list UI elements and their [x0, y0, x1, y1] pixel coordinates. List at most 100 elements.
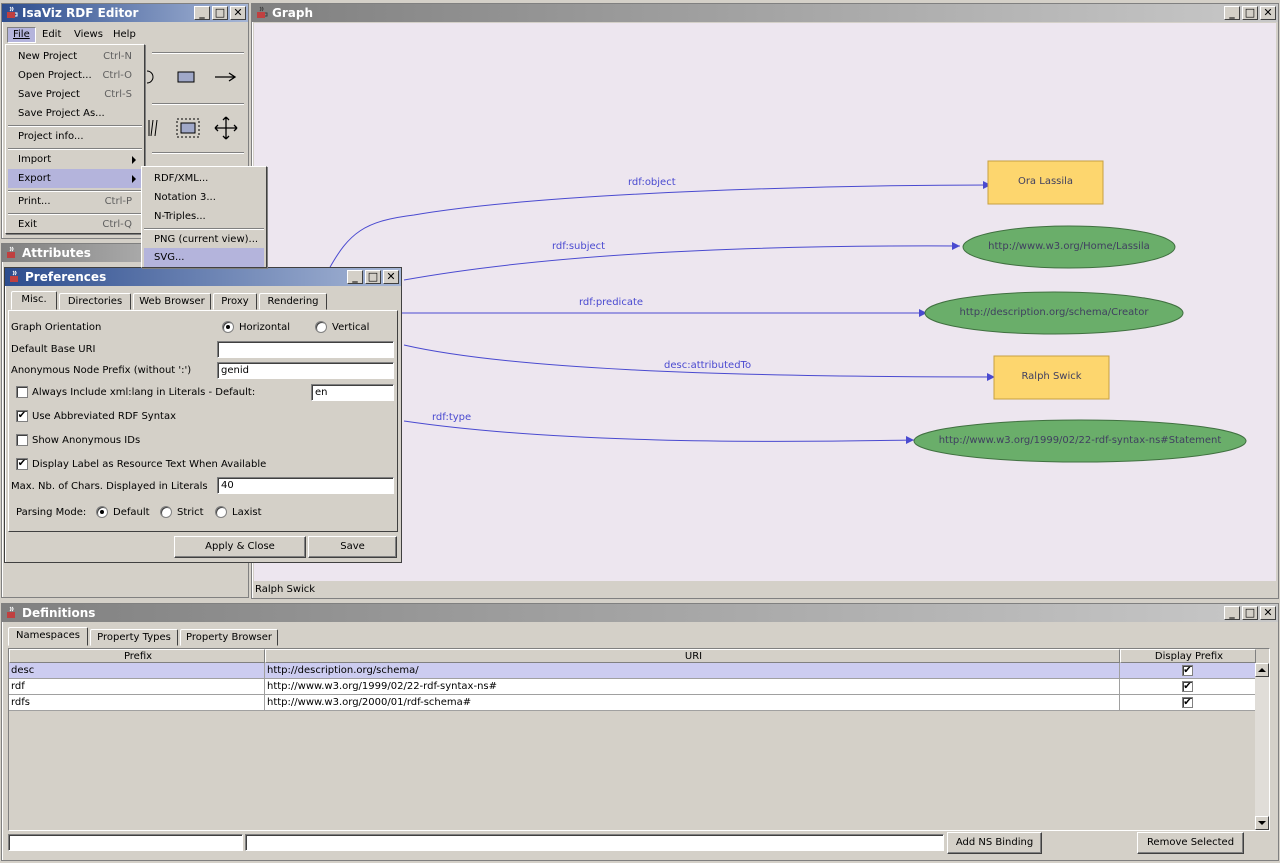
show-anon-ids-checkbox[interactable]	[16, 434, 28, 446]
ellipse-tool-icon[interactable]	[147, 70, 157, 84]
display-prefix-checkbox[interactable]: ✔	[1182, 665, 1193, 676]
menu-item-export[interactable]: Export	[8, 169, 142, 188]
tab-property-browser[interactable]: Property Browser	[180, 629, 278, 646]
display-label-checkbox[interactable]: ✔	[16, 458, 28, 470]
column-header-display-prefix[interactable]: Display Prefix	[1120, 649, 1256, 663]
editor-titlebar[interactable]: IsaViz RDF Editor _ □ ✕	[2, 4, 248, 22]
cell-uri: http://description.org/schema/	[265, 663, 1120, 678]
close-button[interactable]: ✕	[1260, 606, 1276, 620]
menu-item-import[interactable]: Import	[8, 150, 142, 169]
close-button[interactable]: ✕	[383, 270, 399, 284]
apply-close-button[interactable]: Apply & Close	[174, 536, 306, 558]
scroll-down-button[interactable]	[1255, 816, 1269, 830]
remove-selected-button[interactable]: Remove Selected	[1137, 832, 1244, 854]
tab-proxy[interactable]: Proxy	[213, 293, 257, 310]
save-button[interactable]: Save	[308, 536, 397, 558]
menu-item-export-png[interactable]: PNG (current view)...	[144, 230, 264, 249]
file-menu: New Project Ctrl-N Open Project... Ctrl-O …	[5, 44, 145, 234]
display-prefix-checkbox[interactable]: ✔	[1182, 697, 1193, 708]
tab-rendering[interactable]: Rendering	[259, 293, 327, 310]
edge-rdf-type[interactable]	[403, 420, 915, 442]
menu-item-exit[interactable]: Exit Ctrl-Q	[8, 215, 142, 234]
menu-item-project-info[interactable]: Project info...	[8, 127, 142, 146]
xml-lang-input[interactable]: en	[311, 384, 394, 401]
move-tool-icon[interactable]	[214, 116, 238, 140]
table-row[interactable]: rdfs http://www.w3.org/2000/01/rdf-schem…	[9, 695, 1256, 711]
tab-misc[interactable]: Misc.	[11, 291, 57, 310]
edge-label-rdf-type[interactable]: rdf:type	[432, 412, 471, 424]
parsing-strict-radio[interactable]	[160, 506, 172, 518]
edge-rdf-object[interactable]	[328, 184, 992, 270]
add-ns-binding-button[interactable]: Add NS Binding	[947, 832, 1042, 854]
menu-item-save-project-as[interactable]: Save Project As...	[8, 104, 142, 123]
maximize-button[interactable]: □	[1242, 6, 1258, 20]
edge-label-rdf-predicate[interactable]: rdf:predicate	[579, 297, 643, 309]
maximize-button[interactable]: □	[365, 270, 381, 284]
menubar: File Edit Views Help	[4, 24, 246, 44]
menu-file[interactable]: File	[7, 27, 36, 43]
column-header-uri[interactable]: URI	[265, 649, 1120, 663]
menu-item-export-n3[interactable]: Notation 3...	[144, 188, 264, 207]
minimize-button[interactable]: _	[194, 6, 210, 20]
edge-label-rdf-object[interactable]: rdf:object	[628, 177, 676, 189]
edge-label-rdf-subject[interactable]: rdf:subject	[552, 241, 605, 253]
node-creator-uri[interactable]: http://description.org/schema/Creator	[925, 307, 1183, 319]
arrow-tool-icon[interactable]	[214, 71, 238, 83]
menu-edit[interactable]: Edit	[42, 29, 61, 41]
edge-rdf-subject[interactable]	[403, 245, 961, 281]
minimize-button[interactable]: _	[1224, 6, 1240, 20]
close-button[interactable]: ✕	[1260, 6, 1276, 20]
node-lassila-uri[interactable]: http://www.w3.org/Home/Lassila	[963, 241, 1175, 253]
node-ora-lassila[interactable]: Ora Lassila	[988, 176, 1103, 188]
preferences-titlebar[interactable]: Preferences _ □ ✕	[5, 268, 401, 286]
abbrev-syntax-checkbox[interactable]: ✔	[16, 410, 28, 422]
edge-label-desc-attributedto[interactable]: desc:attributedTo	[664, 360, 751, 372]
node-ralph-swick[interactable]: Ralph Swick	[994, 371, 1109, 383]
scroll-up-button[interactable]	[1255, 663, 1269, 677]
display-prefix-checkbox[interactable]: ✔	[1182, 681, 1193, 692]
max-chars-input[interactable]: 40	[217, 477, 394, 494]
tab-directories[interactable]: Directories	[59, 293, 131, 310]
anon-prefix-input[interactable]: genid	[217, 362, 394, 379]
menu-item-new-project[interactable]: New Project Ctrl-N	[8, 47, 142, 66]
definitions-title: Definitions	[22, 606, 96, 620]
tab-namespaces[interactable]: Namespaces	[8, 627, 88, 646]
menu-item-open-project[interactable]: Open Project... Ctrl-O	[8, 66, 142, 85]
column-header-prefix[interactable]: Prefix	[9, 649, 265, 663]
menu-views[interactable]: Views	[74, 29, 103, 41]
table-row[interactable]: desc http://description.org/schema/ ✔	[9, 663, 1256, 679]
select-region-icon[interactable]	[176, 118, 200, 138]
menu-item-export-svg[interactable]: SVG...	[144, 248, 264, 267]
xml-lang-checkbox[interactable]	[16, 386, 28, 398]
orientation-vertical-radio[interactable]	[315, 321, 327, 333]
preferences-title: Preferences	[25, 270, 107, 284]
java-cup-icon	[10, 270, 18, 282]
maximize-button[interactable]: □	[1242, 606, 1258, 620]
tab-web-browser[interactable]: Web Browser	[133, 293, 211, 310]
maximize-button[interactable]: □	[212, 6, 228, 20]
menu-item-export-ntriples[interactable]: N-Triples...	[144, 207, 264, 226]
close-button[interactable]: ✕	[230, 6, 246, 20]
new-prefix-input[interactable]	[8, 834, 243, 851]
default-base-uri-input[interactable]	[217, 341, 394, 358]
graph-canvas[interactable]: rdf:object rdf:subject rdf:predicate des…	[254, 23, 1276, 581]
table-row[interactable]: rdf http://www.w3.org/1999/02/22-rdf-syn…	[9, 679, 1256, 695]
tab-property-types[interactable]: Property Types	[90, 629, 178, 646]
graph-titlebar[interactable]: Graph _ □ ✕	[252, 4, 1278, 22]
paste-tool-icon[interactable]	[147, 118, 159, 138]
parsing-laxist-radio[interactable]	[215, 506, 227, 518]
definitions-titlebar[interactable]: Definitions _ □ ✕	[2, 604, 1278, 622]
minimize-button[interactable]: _	[347, 270, 363, 284]
menu-item-print[interactable]: Print... Ctrl-P	[8, 192, 142, 211]
menu-help[interactable]: Help	[113, 29, 136, 41]
node-statement-uri[interactable]: http://www.w3.org/1999/02/22-rdf-syntax-…	[914, 435, 1246, 447]
minimize-button[interactable]: _	[1224, 606, 1240, 620]
new-uri-input[interactable]	[245, 834, 944, 851]
submenu-arrow-icon	[132, 175, 136, 183]
parsing-default-radio[interactable]	[96, 506, 108, 518]
orientation-horizontal-radio[interactable]	[222, 321, 234, 333]
rectangle-tool-icon[interactable]	[177, 71, 195, 83]
menu-item-save-project[interactable]: Save Project Ctrl-S	[8, 85, 142, 104]
menu-item-export-rdfxml[interactable]: RDF/XML...	[144, 169, 264, 188]
vertical-scrollbar[interactable]	[1255, 663, 1269, 830]
